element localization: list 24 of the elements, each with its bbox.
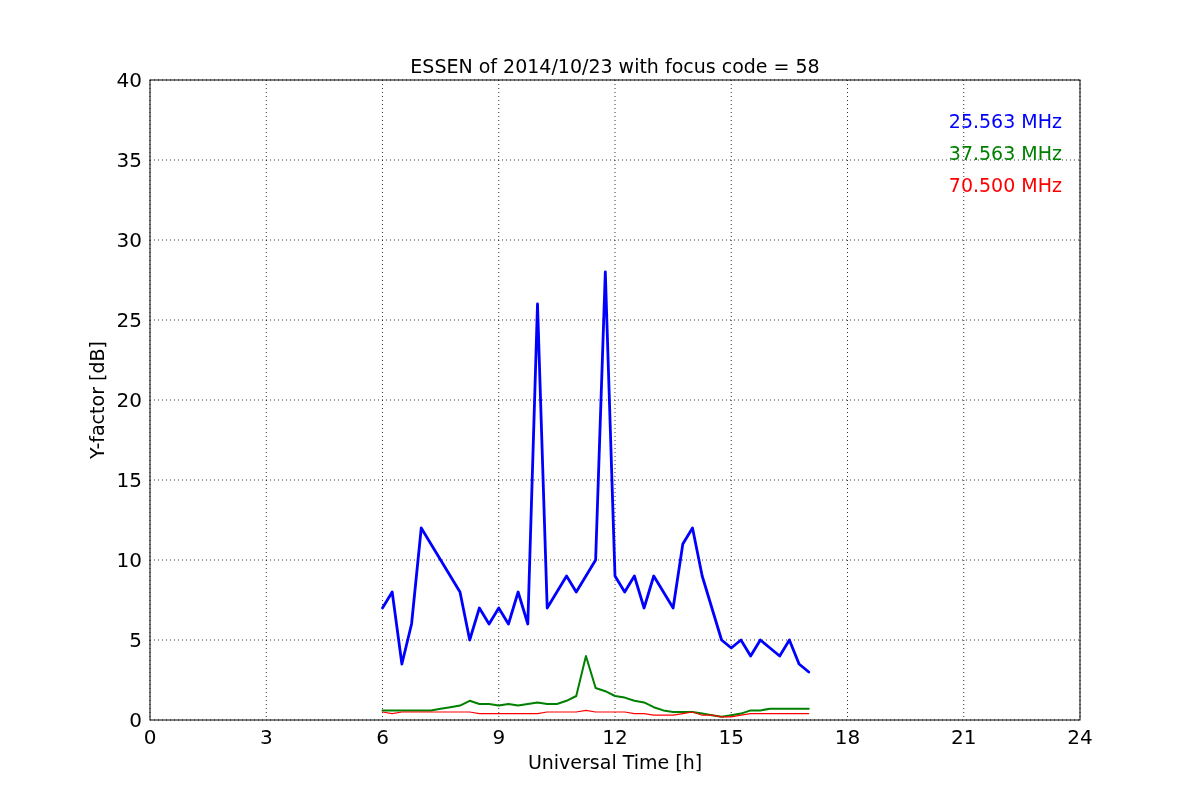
- axis-title: Y-factor [dB]: [86, 341, 108, 459]
- tick-label: 15: [718, 725, 744, 749]
- tick-label: 24: [1067, 725, 1093, 749]
- tick-label: 18: [834, 725, 861, 749]
- axis-title: Universal Time [h]: [527, 751, 703, 773]
- tick-label: 12: [602, 725, 628, 749]
- tick-label: 6: [376, 725, 389, 749]
- legend-label: 70.500 MHz: [948, 174, 1062, 196]
- chart-title: ESSEN of 2014/10/23 with focus code = 58: [410, 55, 820, 77]
- tick-label: 0: [143, 725, 157, 749]
- tick-label: 20: [116, 388, 142, 412]
- tick-label: 10: [116, 548, 142, 572]
- legend-label: 25.563 MHz: [948, 110, 1062, 132]
- tick-label: 30: [116, 228, 142, 252]
- tick-label: 15: [116, 468, 142, 492]
- tick-label: 40: [116, 68, 142, 92]
- tick-label: 35: [116, 148, 142, 172]
- tick-label: 9: [492, 725, 506, 749]
- tick-label: 21: [951, 725, 977, 749]
- tick-label: 3: [259, 725, 273, 749]
- tick-label: 25: [116, 308, 142, 332]
- legend-label: 37.563 MHz: [948, 142, 1062, 164]
- tick-label: 5: [129, 628, 142, 652]
- tick-label: 0: [129, 708, 142, 732]
